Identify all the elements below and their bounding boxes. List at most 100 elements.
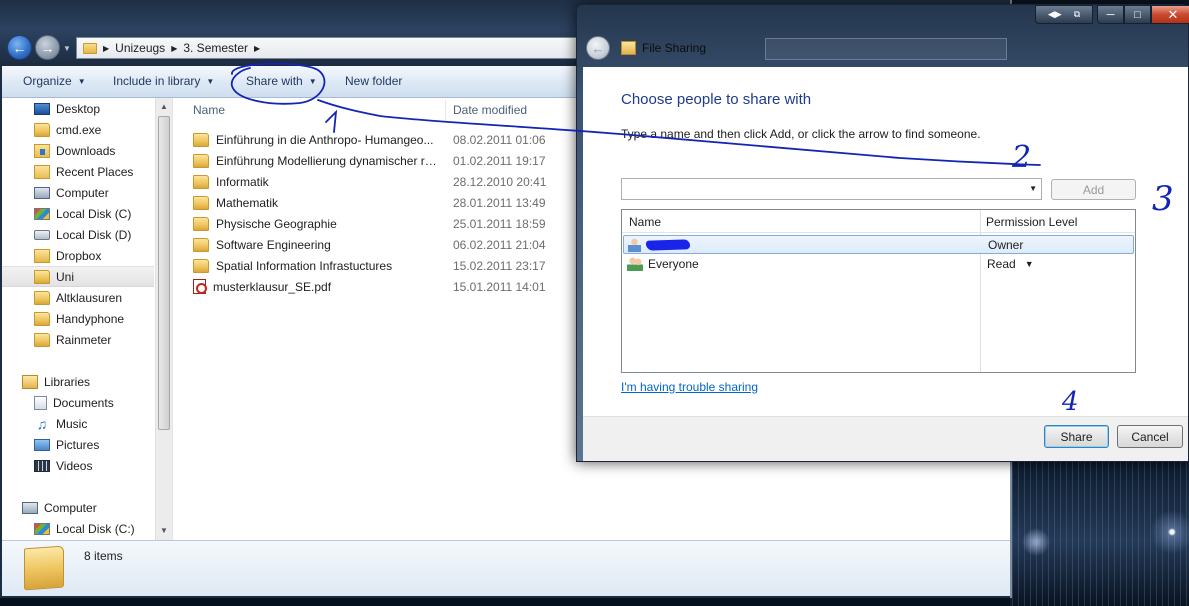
scroll-up-icon[interactable]: ▲ bbox=[160, 102, 168, 111]
new-folder-button[interactable]: New folder bbox=[345, 74, 402, 88]
file-row[interactable]: Physische Geographie 25.01.2011 18:59 bbox=[193, 213, 613, 234]
nav-item-label: Computer bbox=[56, 185, 109, 200]
include-in-library-button[interactable]: Include in library ▼ bbox=[113, 74, 214, 88]
search-box[interactable] bbox=[765, 38, 1007, 60]
restore-icon: ⧉ bbox=[1073, 9, 1081, 19]
nav-pane-scrollbar[interactable]: ▲ ▼ bbox=[155, 98, 172, 540]
permission-dropdown[interactable]: Read ▼ bbox=[987, 257, 1034, 271]
file-date: 01.02.2011 19:17 bbox=[453, 153, 546, 168]
file-date: 28.01.2011 13:49 bbox=[453, 195, 546, 210]
share-with-button[interactable]: Share with ▼ bbox=[246, 74, 317, 88]
file-row[interactable]: Einführung in die Anthropo- Humangeo... 0… bbox=[193, 129, 613, 150]
trouble-sharing-link[interactable]: I'm having trouble sharing bbox=[621, 380, 758, 394]
maximize-icon: □ bbox=[1134, 8, 1141, 21]
breadcrumb-item[interactable]: Unizeugs bbox=[115, 41, 165, 55]
scrollbar-thumb[interactable] bbox=[158, 116, 170, 430]
dialog-heading: Choose people to share with bbox=[621, 91, 812, 108]
computer-icon bbox=[22, 501, 38, 514]
folder-icon bbox=[24, 545, 64, 591]
folder-icon bbox=[34, 290, 50, 305]
file-date: 28.12.2010 20:41 bbox=[453, 174, 547, 189]
chevron-down-icon: ▼ bbox=[206, 76, 215, 86]
nav-item-rainmeter[interactable]: Rainmeter bbox=[2, 329, 154, 350]
nav-item-pictures[interactable]: Pictures bbox=[2, 434, 154, 455]
column-header-name[interactable]: Name bbox=[629, 215, 661, 229]
organize-button[interactable]: Organize ▼ bbox=[23, 74, 86, 88]
file-row[interactable]: Informatik 28.12.2010 20:41 bbox=[193, 171, 613, 192]
nav-item-desktop[interactable]: Desktop bbox=[2, 98, 154, 119]
nav-item-uni[interactable]: Uni bbox=[2, 266, 154, 287]
chevron-down-icon[interactable]: ▼ bbox=[1029, 184, 1037, 193]
table-row[interactable]: Owner bbox=[623, 235, 1134, 254]
file-row[interactable]: Einführung Modellierung dynamischer rä..… bbox=[193, 150, 613, 171]
address-bar[interactable]: ▶ Unizeugs ▶ 3. Semester ▶ bbox=[76, 37, 580, 59]
nav-item-local-disk-c[interactable]: Local Disk (C) bbox=[2, 203, 154, 224]
nav-item-label: Dropbox bbox=[56, 248, 102, 263]
nav-item-local-disk-c-colon[interactable]: Local Disk (C:) bbox=[2, 518, 154, 539]
nav-item-documents[interactable]: Documents bbox=[2, 392, 154, 413]
nav-item-label: Desktop bbox=[56, 101, 101, 116]
breadcrumb-separator-icon[interactable]: ▶ bbox=[171, 44, 177, 53]
breadcrumb-separator-icon[interactable]: ▶ bbox=[103, 44, 109, 53]
nav-item-local-disk-d[interactable]: Local Disk (D) bbox=[2, 224, 154, 245]
file-name: Informatik bbox=[216, 174, 269, 189]
redacted-username bbox=[645, 239, 691, 251]
cancel-button[interactable]: Cancel bbox=[1117, 425, 1183, 448]
maximize-button[interactable]: □ bbox=[1124, 5, 1151, 24]
arrow-left-icon: ← bbox=[591, 40, 605, 56]
column-divider[interactable] bbox=[445, 100, 446, 120]
add-button[interactable]: Add bbox=[1051, 179, 1136, 200]
back-button[interactable]: ← bbox=[7, 35, 32, 60]
folder-icon bbox=[193, 195, 209, 210]
nav-item-cmd-exe[interactable]: cmd.exe bbox=[2, 119, 154, 140]
new-folder-label: New folder bbox=[345, 74, 403, 88]
nav-item-recent-places[interactable]: Recent Places bbox=[2, 161, 154, 182]
folder-icon bbox=[34, 332, 50, 347]
nav-item-libraries[interactable]: Libraries bbox=[2, 371, 154, 392]
share-button[interactable]: Share bbox=[1044, 425, 1109, 448]
breadcrumb-separator-icon[interactable]: ▶ bbox=[254, 44, 260, 53]
file-row[interactable]: musterklausur_SE.pdf 15.01.2011 14:01 bbox=[193, 276, 613, 297]
pictures-icon bbox=[34, 438, 50, 451]
nav-item-videos[interactable]: Videos bbox=[2, 455, 154, 476]
nav-item-computer[interactable]: Computer bbox=[2, 182, 154, 203]
file-row[interactable]: Mathematik 28.01.2011 13:49 bbox=[193, 192, 613, 213]
organize-label: Organize bbox=[23, 74, 72, 88]
scroll-down-icon[interactable]: ▼ bbox=[160, 526, 168, 535]
desktop-wallpaper bbox=[1012, 462, 1189, 606]
nav-item-label: Local Disk (C:) bbox=[56, 521, 135, 536]
folder-icon bbox=[83, 42, 97, 54]
file-row[interactable]: Software Engineering 06.02.2011 21:04 bbox=[193, 234, 613, 255]
table-row[interactable]: Everyone Read ▼ bbox=[623, 255, 1134, 274]
column-header-name[interactable]: Name bbox=[193, 98, 225, 122]
nav-item-music[interactable]: ♫ Music bbox=[2, 413, 154, 434]
minimize-button[interactable]: ─ bbox=[1097, 5, 1124, 24]
dialog-back-button[interactable]: ← bbox=[586, 36, 610, 60]
nav-item-label: Libraries bbox=[44, 374, 91, 389]
user-cell bbox=[628, 238, 691, 252]
nav-item-handyphone[interactable]: Handyphone bbox=[2, 308, 154, 329]
name-input-combobox[interactable]: ▼ bbox=[621, 178, 1042, 200]
share-with-label: Share with bbox=[246, 74, 303, 88]
breadcrumb-item[interactable]: 3. Semester bbox=[183, 41, 248, 55]
arrow-right-icon: → bbox=[40, 39, 55, 56]
window-nav-buttons[interactable]: ◀▶ ⧉ bbox=[1035, 5, 1093, 24]
file-sharing-dialog: ◀▶ ⧉ ─ □ ✕ ← File Sharing Choose people t… bbox=[576, 4, 1189, 462]
nav-item-label: Recent Places bbox=[56, 164, 134, 179]
nav-item-dropbox[interactable]: Dropbox bbox=[2, 245, 154, 266]
column-header-permission-level[interactable]: Permission Level bbox=[986, 215, 1077, 229]
nav-item-computer-group[interactable]: Computer bbox=[2, 497, 154, 518]
forward-button[interactable]: → bbox=[35, 35, 60, 60]
nav-item-downloads[interactable]: Downloads bbox=[2, 140, 154, 161]
file-row[interactable]: Spatial Information Infrastuctures 15.02.… bbox=[193, 255, 613, 276]
minimize-icon: ─ bbox=[1106, 8, 1115, 21]
dropbox-icon bbox=[34, 248, 50, 263]
recent-pages-dropdown[interactable]: ▼ bbox=[63, 44, 72, 53]
folder-icon bbox=[34, 269, 50, 284]
column-header-date-modified[interactable]: Date modified bbox=[453, 98, 527, 122]
nav-item-altklausuren[interactable]: Altklausuren bbox=[2, 287, 154, 308]
file-name: Mathematik bbox=[216, 195, 279, 210]
folder-icon bbox=[193, 132, 209, 147]
close-button[interactable]: ✕ bbox=[1151, 5, 1189, 24]
file-name: Physische Geographie bbox=[216, 216, 337, 231]
